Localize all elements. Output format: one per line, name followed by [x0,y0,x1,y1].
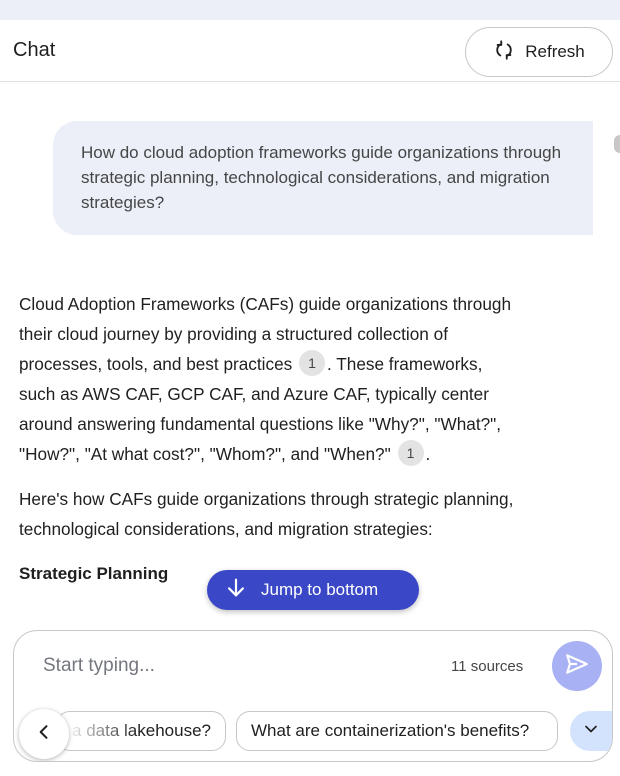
send-button[interactable] [552,641,602,691]
page-title: Chat [13,39,56,61]
citation-chip[interactable]: 1 [299,350,326,377]
sources-count: 11 sources [451,658,524,675]
arrow-down-icon [225,577,247,604]
chevron-left-icon [34,722,54,747]
answer-text: . [425,444,431,464]
refresh-icon [493,39,515,66]
refresh-label: Refresh [525,42,585,61]
suggestion-chip[interactable]: a data lakehouse? [56,711,226,751]
chevron-down-icon [581,719,601,744]
suggestion-chips: a data lakehouse? What are containerizat… [14,709,612,759]
chat-panel[interactable]: How do cloud adoption frameworks guide o… [0,83,620,631]
send-icon [564,651,590,682]
scroll-suggestions-left-button[interactable] [19,709,69,759]
scrollbar-thumb[interactable] [614,135,620,153]
message-composer: Start typing... 11 sources a data lakeho… [13,630,613,762]
answer-paragraph: Here's how CAFs guide organizations thro… [19,489,514,539]
assistant-answer: Cloud Adoption Frameworks (CAFs) guide o… [19,289,519,589]
suggestion-label: What are containerization's benefits? [251,721,530,740]
chat-header: Chat Refresh [0,20,620,82]
answer-paragraph: Cloud Adoption Frameworks (CAFs) guide o… [19,289,519,469]
suggestion-chip[interactable]: What are containerization's benefits? [236,711,558,751]
jump-label: Jump to bottom [261,580,379,599]
message-input[interactable]: Start typing... [43,655,155,677]
jump-to-bottom-button[interactable]: Jump to bottom [207,570,419,610]
citation-chip[interactable]: 1 [397,440,424,467]
more-suggestions-button[interactable] [570,711,612,751]
refresh-button[interactable]: Refresh [465,27,613,77]
top-strip [0,0,620,20]
user-message: How do cloud adoption frameworks guide o… [53,121,593,235]
